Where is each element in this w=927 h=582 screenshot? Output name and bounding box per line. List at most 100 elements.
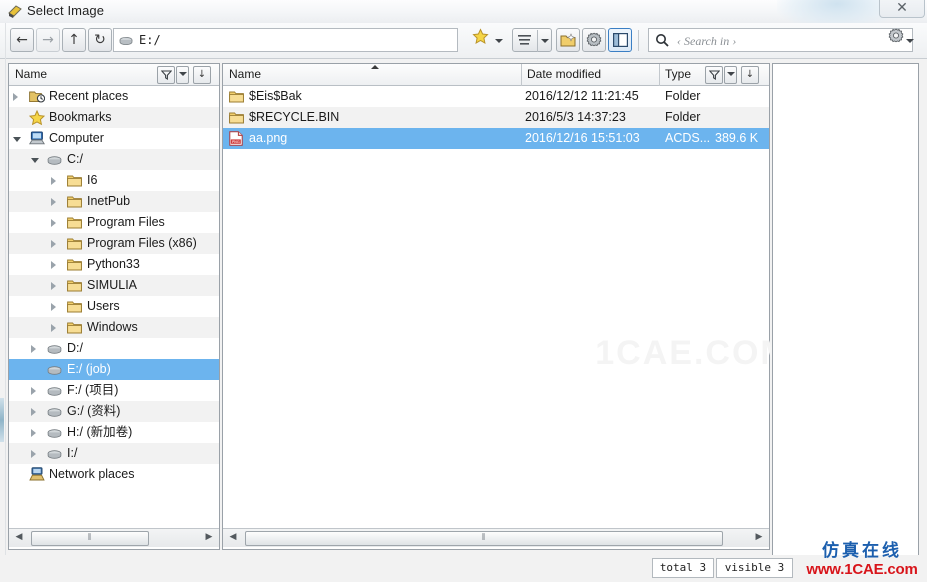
tree-filter-button[interactable] — [157, 66, 175, 84]
list-scroll-right-arrow[interactable]: ▶ — [751, 530, 767, 546]
close-icon: ✕ — [896, 0, 908, 16]
list-sort-button[interactable]: ↓ — [741, 66, 759, 84]
tree-item[interactable]: E:/ (job) — [9, 359, 219, 380]
tree-column-header: Name ↓ — [9, 64, 219, 86]
tree-item[interactable]: SIMULIA — [9, 275, 219, 296]
png-file-icon: PNG — [229, 131, 243, 153]
up-button[interactable]: ↑ — [62, 28, 86, 52]
refresh-button[interactable]: ↻ — [88, 28, 112, 52]
view-mode-button[interactable] — [512, 28, 552, 52]
tree-item-label: Users — [87, 299, 120, 313]
tree-horizontal-scrollbar[interactable]: ◀ ⫴ ▶ — [9, 528, 219, 547]
toggle-preview-pane-button[interactable] — [608, 28, 632, 52]
tree-item[interactable]: Bookmarks — [9, 107, 219, 128]
new-folder-button[interactable] — [556, 28, 580, 52]
tree-item[interactable]: Python33 — [9, 254, 219, 275]
tree-item[interactable]: I:/ — [9, 443, 219, 464]
tree-item[interactable]: G:/ (资料) — [9, 401, 219, 422]
tree-twisty-collapsed-icon[interactable] — [31, 408, 36, 416]
tree-item[interactable]: Program Files — [9, 212, 219, 233]
tree-item[interactable]: H:/ (新加卷) — [9, 422, 219, 443]
tree-filter-menu-button[interactable] — [176, 66, 189, 84]
file-list-horizontal-scrollbar[interactable]: ◀ ⫴ ▶ — [223, 528, 769, 547]
search-bar[interactable] — [648, 28, 913, 53]
tree-twisty-expanded-icon[interactable] — [31, 158, 39, 163]
bookmark-button[interactable] — [468, 28, 492, 52]
file-list-body[interactable]: $Eis$Bak 2016/12/12 11:21:45 Folder $RECYCL… — [223, 86, 769, 528]
tree-item[interactable]: InetPub — [9, 191, 219, 212]
file-list-row[interactable]: PNG aa.png 2016/12/16 15:51:03 ACDS... 389.6… — [223, 128, 769, 149]
tree-scroll-right-arrow[interactable]: ▶ — [201, 530, 217, 546]
back-button[interactable]: ← — [10, 28, 34, 52]
column-separator-2[interactable] — [659, 64, 660, 86]
tree-item[interactable]: Users — [9, 296, 219, 317]
file-date-cell: 2016/12/12 11:21:45 — [525, 89, 639, 103]
bookmark-dropdown-caret[interactable] — [495, 39, 503, 43]
search-options-caret[interactable] — [906, 39, 914, 43]
network-icon — [29, 467, 45, 488]
file-list-panel: Name Date modified Type ↓ $Eis$Bak 2016/1… — [222, 63, 789, 550]
tree-twisty-collapsed-icon[interactable] — [51, 303, 56, 311]
tree-twisty-collapsed-icon[interactable] — [51, 240, 56, 248]
tree-item[interactable]: I6 — [9, 170, 219, 191]
tree-item[interactable]: D:/ — [9, 338, 219, 359]
tree-item-label: I:/ — [67, 446, 78, 460]
tree-twisty-collapsed-icon[interactable] — [51, 177, 56, 185]
tree-item[interactable]: Network places — [9, 464, 219, 485]
tree-twisty-collapsed-icon[interactable] — [51, 282, 56, 290]
chevron-down-icon — [178, 72, 187, 76]
list-scroll-thumb[interactable]: ⫴ — [245, 531, 723, 546]
address-bar[interactable]: E:/ — [113, 28, 458, 52]
tree-twisty-collapsed-icon[interactable] — [51, 324, 56, 332]
column-name-label[interactable]: Name — [229, 67, 261, 81]
close-button[interactable]: ✕ — [879, 0, 925, 18]
settings-button[interactable] — [582, 28, 606, 52]
tree-item-label: Computer — [49, 131, 104, 145]
tree-twisty-expanded-icon[interactable] — [13, 137, 21, 142]
image-preview-panel[interactable] — [772, 63, 919, 574]
status-visible-count: visible 3 — [716, 558, 793, 578]
list-filter-menu-button[interactable] — [724, 66, 737, 84]
tree-item[interactable]: Windows — [9, 317, 219, 338]
tree-item-label: H:/ (新加卷) — [67, 425, 133, 439]
tree-item[interactable]: Computer — [9, 128, 219, 149]
list-scroll-left-arrow[interactable]: ◀ — [225, 530, 241, 546]
tree-item-label: F:/ (项目) — [67, 383, 119, 397]
tree-twisty-collapsed-icon[interactable] — [31, 450, 36, 458]
svg-text:PNG: PNG — [232, 140, 240, 144]
tree-twisty-collapsed-icon[interactable] — [13, 93, 18, 101]
tree-item-label: Python33 — [87, 257, 140, 271]
main-toolbar: ← → ↑ ↻ E:/ — [0, 23, 927, 59]
tree-item[interactable]: F:/ (项目) — [9, 380, 219, 401]
file-list-row[interactable]: $Eis$Bak 2016/12/12 11:21:45 Folder — [223, 86, 769, 107]
list-filter-button[interactable] — [705, 66, 723, 84]
tree-twisty-collapsed-icon[interactable] — [31, 429, 36, 437]
address-path: E:/ — [139, 33, 161, 47]
window-title: Select Image — [27, 3, 105, 18]
left-edge-accent — [0, 398, 4, 442]
tree-item[interactable]: Program Files (x86) — [9, 233, 219, 254]
app-image-icon — [8, 4, 23, 19]
view-dropdown-caret[interactable] — [541, 39, 549, 43]
search-options-button[interactable] — [884, 28, 908, 52]
forward-button[interactable]: → — [36, 28, 60, 52]
column-type-label[interactable]: Type — [665, 67, 691, 81]
tree-twisty-collapsed-icon[interactable] — [31, 345, 36, 353]
search-input[interactable] — [675, 29, 879, 53]
tree-scroll-thumb[interactable]: ⫴ — [31, 531, 149, 546]
tree-item[interactable]: Recent places — [9, 86, 219, 107]
file-list-row[interactable]: $RECYCLE.BIN 2016/5/3 14:37:23 Folder — [223, 107, 769, 128]
file-name-cell: aa.png — [249, 131, 288, 145]
tree-item-label: Recent places — [49, 89, 129, 103]
tree-twisty-collapsed-icon[interactable] — [51, 198, 56, 206]
tree-item[interactable]: C:/ — [9, 149, 219, 170]
tree-scroll-left-arrow[interactable]: ◀ — [11, 530, 27, 546]
column-date-label[interactable]: Date modified — [527, 67, 601, 81]
tree-twisty-collapsed-icon[interactable] — [51, 261, 56, 269]
tree-twisty-collapsed-icon[interactable] — [31, 387, 36, 395]
tree-twisty-collapsed-icon[interactable] — [51, 219, 56, 227]
file-type-cell: Folder — [665, 89, 701, 103]
column-separator-1[interactable] — [521, 64, 522, 86]
folder-tree-body[interactable]: Recent places Bookmarks Computer C:/ I6 InetP… — [9, 86, 219, 528]
tree-sort-button[interactable]: ↓ — [193, 66, 211, 84]
